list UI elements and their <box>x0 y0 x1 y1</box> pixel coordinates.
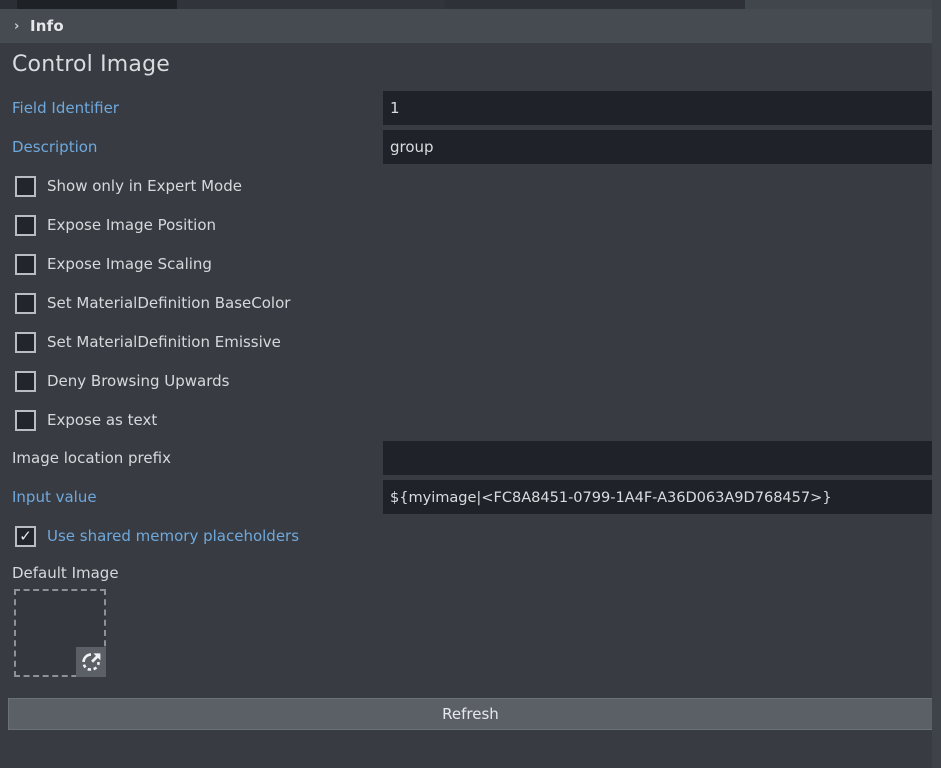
chevron-right-icon: › <box>14 20 30 33</box>
checkbox-expose-image-position[interactable] <box>15 215 36 236</box>
checkbox-label-use-shared-memory-placeholders: Use shared memory placeholders <box>47 527 299 545</box>
tab-strip-segment-two[interactable] <box>177 0 445 9</box>
checkbox-show-only-in-expert-mode[interactable] <box>15 176 36 197</box>
control-image-panel: Control Image Field Identifier 1 Descrip… <box>0 43 941 768</box>
row-input-value: Input value ${myimage|<FC8A8451-0799-1A4… <box>0 480 941 514</box>
label-field-identifier: Field Identifier <box>12 99 119 117</box>
checkbox-row-expose-as-text[interactable]: Expose as text <box>0 405 941 435</box>
description-value: group <box>390 138 434 156</box>
checkbox-label-set-materialdefinition-emissive: Set MaterialDefinition Emissive <box>47 333 281 351</box>
field-identifier-input[interactable]: 1 <box>383 91 932 125</box>
row-image-location-prefix: Image location prefix <box>0 441 941 475</box>
info-section-header[interactable]: › Info <box>0 9 941 43</box>
panel-right-edge <box>932 0 941 768</box>
input-value-value: ${myimage|<FC8A8451-0799-1A4F-A36D063A9D… <box>390 489 832 506</box>
checkbox-label-show-only-in-expert-mode: Show only in Expert Mode <box>47 177 242 195</box>
row-field-identifier: Field Identifier 1 <box>0 91 941 125</box>
info-section-title: Info <box>30 17 64 35</box>
checkbox-deny-browsing-upwards[interactable] <box>15 371 36 392</box>
checkbox-row-show-only-in-expert-mode[interactable]: Show only in Expert Mode <box>0 171 941 201</box>
checkbox-set-materialdefinition-emissive[interactable] <box>15 332 36 353</box>
field-identifier-value: 1 <box>390 99 400 117</box>
checkbox-label-deny-browsing-upwards: Deny Browsing Upwards <box>47 372 229 390</box>
image-location-prefix-input[interactable] <box>383 441 932 475</box>
checkbox-row-set-materialdefinition-emissive[interactable]: Set MaterialDefinition Emissive <box>0 327 941 357</box>
checkbox-row-deny-browsing-upwards[interactable]: Deny Browsing Upwards <box>0 366 941 396</box>
checkbox-label-expose-image-scaling: Expose Image Scaling <box>47 255 212 273</box>
row-description: Description group <box>0 130 941 164</box>
page-title: Control Image <box>12 52 170 77</box>
tab-strip-segment-four[interactable] <box>745 0 941 9</box>
checkbox-use-shared-memory-placeholders[interactable]: ✓ <box>15 526 36 547</box>
description-input[interactable]: group <box>383 130 932 164</box>
checkbox-row-expose-image-position[interactable]: Expose Image Position <box>0 210 941 240</box>
tab-strip[interactable] <box>0 0 941 9</box>
input-value-input[interactable]: ${myimage|<FC8A8451-0799-1A4F-A36D063A9D… <box>383 480 932 514</box>
checkbox-label-set-materialdefinition-basecolor: Set MaterialDefinition BaseColor <box>47 294 290 312</box>
reload-arrow-icon[interactable] <box>76 647 106 677</box>
label-default-image: Default Image <box>12 564 119 582</box>
checkbox-expose-as-text[interactable] <box>15 410 36 431</box>
refresh-button[interactable]: Refresh <box>8 698 933 730</box>
tab-strip-segment-three[interactable] <box>445 0 745 9</box>
label-description: Description <box>12 138 97 156</box>
checkbox-row-expose-image-scaling[interactable]: Expose Image Scaling <box>0 249 941 279</box>
checkbox-row-set-materialdefinition-basecolor[interactable]: Set MaterialDefinition BaseColor <box>0 288 941 318</box>
label-image-location-prefix: Image location prefix <box>12 449 171 467</box>
image-dropzone[interactable] <box>14 589 106 677</box>
checkmark-icon: ✓ <box>17 526 34 547</box>
checkbox-label-expose-image-position: Expose Image Position <box>47 216 216 234</box>
checkbox-expose-image-scaling[interactable] <box>15 254 36 275</box>
checkbox-label-expose-as-text: Expose as text <box>47 411 157 429</box>
label-input-value: Input value <box>12 488 97 506</box>
checkbox-set-materialdefinition-basecolor[interactable] <box>15 293 36 314</box>
checkbox-row-use-shared-memory-placeholders[interactable]: ✓ Use shared memory placeholders <box>0 521 941 551</box>
tab-strip-segment-active[interactable] <box>17 0 177 9</box>
